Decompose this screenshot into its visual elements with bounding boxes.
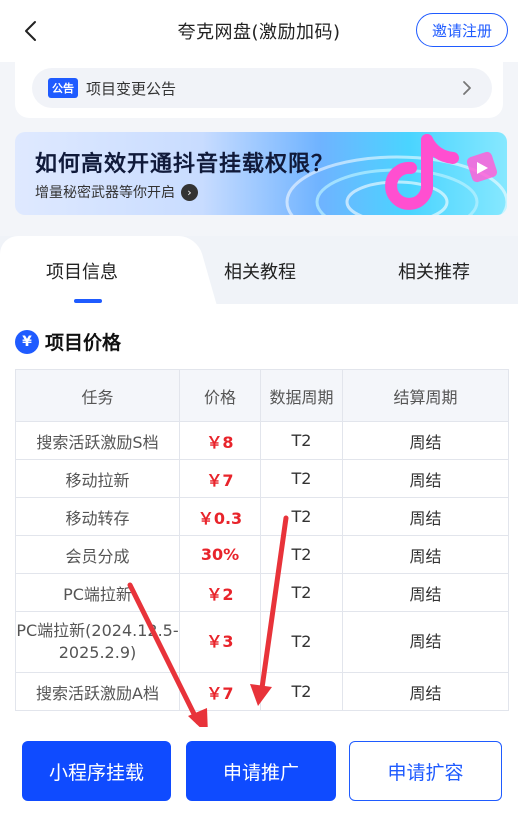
task-cell: 会员分成 — [15, 535, 180, 574]
settle-cycle-cell: 周结 — [342, 421, 509, 460]
table-row: 移动转存 ￥0.3 T2 周结 — [15, 497, 509, 536]
settle-cycle-cell: 周结 — [342, 573, 509, 612]
price-cell: ￥7 — [179, 459, 261, 498]
data-cycle-cell: T2 — [260, 573, 343, 612]
section-header: ¥ 项目价格 — [15, 328, 121, 355]
table-header: 任务 — [15, 369, 180, 422]
notice-bar[interactable]: 公告 项目变更公告 — [32, 68, 492, 108]
task-cell: 移动拉新 — [15, 459, 180, 498]
settle-cycle-cell: 周结 — [342, 611, 509, 673]
table-header: 价格 — [179, 369, 261, 422]
page-title: 夸克网盘(激励加码) — [177, 22, 341, 43]
price-cell: 30% — [179, 535, 261, 574]
tab-project-info[interactable]: 项目信息 — [46, 258, 118, 284]
settle-cycle-cell: 周结 — [342, 535, 509, 574]
table-row: 移动拉新 ￥7 T2 周结 — [15, 459, 509, 498]
settle-cycle-cell: 周结 — [342, 497, 509, 536]
invite-register-button[interactable]: 邀请注册 — [416, 13, 508, 47]
price-cell: ￥8 — [179, 421, 261, 460]
data-cycle-cell: T2 — [260, 421, 343, 460]
banner-title: 如何高效开通抖音挂载权限？ — [35, 152, 335, 177]
notice-text: 项目变更公告 — [86, 79, 177, 98]
price-table: 任务 价格 数据周期 结算周期 搜索活跃激励S档 ￥8 T2 周结 移动拉新 ￥… — [15, 369, 509, 711]
task-cell: PC端拉新(2024.12.5-2025.2.9) — [15, 611, 180, 673]
banner-subtitle-text: 增量秘密武器等你开启 — [35, 185, 175, 201]
tab-active-indicator — [74, 299, 102, 303]
top-header: 夸克网盘(激励加码) 邀请注册 — [0, 0, 518, 62]
task-cell: 移动转存 — [15, 497, 180, 536]
price-cell: ￥3 — [179, 611, 261, 673]
data-cycle-cell: T2 — [260, 611, 343, 673]
section-title: 项目价格 — [45, 332, 122, 354]
banner-subtitle: 增量秘密武器等你开启 › — [35, 182, 198, 202]
chevron-left-icon — [25, 21, 36, 41]
settle-cycle-cell: 周结 — [342, 459, 509, 498]
price-cell: ￥0.3 — [179, 497, 261, 536]
data-cycle-cell: T2 — [260, 535, 343, 574]
tab-related-tutorials[interactable]: 相关教程 — [224, 258, 296, 284]
back-button[interactable] — [14, 15, 46, 47]
price-cell: ￥2 — [179, 573, 261, 612]
yen-icon: ¥ — [15, 329, 39, 354]
table-header: 结算周期 — [342, 369, 509, 422]
data-cycle-cell: T2 — [260, 672, 343, 711]
data-cycle-cell: T2 — [260, 459, 343, 498]
tab-related-recommendations[interactable]: 相关推荐 — [398, 258, 470, 284]
table-header: 数据周期 — [260, 369, 343, 422]
data-cycle-cell: T2 — [260, 497, 343, 536]
table-row: 搜索活跃激励S档 ￥8 T2 周结 — [15, 421, 509, 460]
task-cell: PC端拉新 — [15, 573, 180, 612]
chevron-right-icon — [463, 81, 471, 95]
tab-bar: 项目信息 相关教程 相关推荐 — [0, 236, 518, 306]
bottom-action-bar: 小程序挂载 申请推广 申请扩容 — [0, 727, 518, 817]
mini-program-mount-button[interactable]: 小程序挂载 — [22, 741, 171, 801]
apply-expansion-button[interactable]: 申请扩容 — [349, 741, 502, 801]
arrow-right-icon: › — [181, 183, 198, 201]
price-cell: ￥7 — [179, 672, 261, 711]
settle-cycle-cell: 周结 — [342, 672, 509, 711]
table-row: 会员分成 30% T2 周结 — [15, 535, 509, 574]
notice-card: 公告 项目变更公告 — [15, 62, 503, 118]
notice-tag: 公告 — [48, 78, 78, 98]
task-cell: 搜索活跃激励A档 — [15, 672, 180, 711]
task-cell: 搜索活跃激励S档 — [15, 421, 180, 460]
table-row: 搜索活跃激励A档 ￥7 T2 周结 — [15, 672, 509, 711]
table-header-row: 任务 价格 数据周期 结算周期 — [15, 369, 509, 422]
promo-banner[interactable]: 如何高效开通抖音挂载权限？ 增量秘密武器等你开启 › — [15, 132, 507, 215]
table-row: PC端拉新(2024.12.5-2025.2.9) ￥3 T2 周结 — [15, 611, 509, 673]
table-row: PC端拉新 ￥2 T2 周结 — [15, 573, 509, 612]
apply-promotion-button[interactable]: 申请推广 — [186, 741, 336, 801]
